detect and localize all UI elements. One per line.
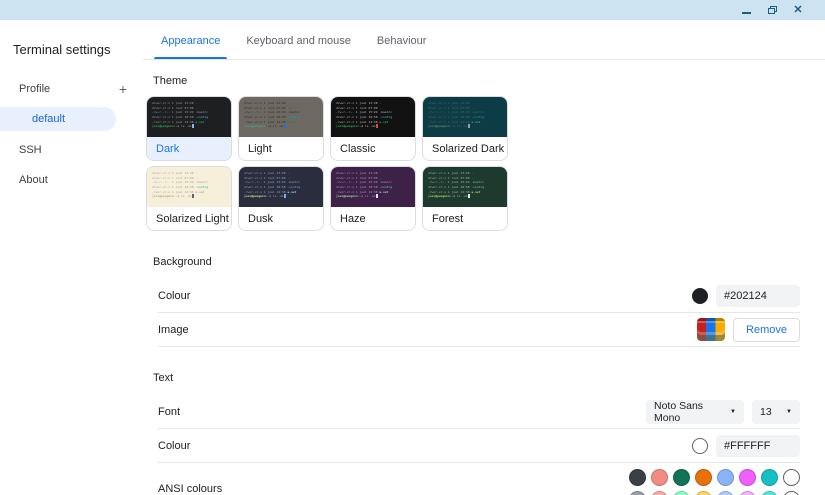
background-colour-swatch[interactable] xyxy=(692,288,708,304)
theme-option-label: Solarized Light xyxy=(147,207,231,230)
ansi-colour-swatch-bright-5[interactable] xyxy=(739,491,756,495)
ansi-normal-row xyxy=(629,469,800,486)
sidebar-item-ssh[interactable]: SSH xyxy=(0,135,143,165)
theme-thumbnail: drwxr-xr-x 1 joel 13:28 . drwxr-xr-x 1 ro… xyxy=(331,97,415,137)
chevron-down-icon: ▼ xyxy=(730,409,736,415)
theme-option-solarized-light[interactable]: drwxr-xr-x 1 joel 13:28 . drwxr-xr-x 1 ro… xyxy=(146,166,232,231)
ansi-colour-swatch-normal-3[interactable] xyxy=(695,469,712,486)
sidebar: Terminal settings Profile + default SSH … xyxy=(0,20,143,495)
theme-option-label: Dusk xyxy=(239,207,323,230)
add-profile-button[interactable]: + xyxy=(119,82,127,96)
font-size-select[interactable]: 13 ▼ xyxy=(752,400,800,424)
theme-option-haze[interactable]: drwxr-xr-x 1 joel 13:28 . drwxr-xr-x 1 ro… xyxy=(330,166,416,231)
text-colour-row: Colour xyxy=(158,429,800,463)
theme-thumbnail: drwxr-xr-x 1 joel 13:28 . drwxr-xr-x 1 ro… xyxy=(147,97,231,137)
remove-image-button[interactable]: Remove xyxy=(733,317,800,342)
theme-option-label: Dark xyxy=(147,137,231,160)
theme-option-label: Solarized Dark xyxy=(423,137,507,160)
ansi-colour-swatch-normal-0[interactable] xyxy=(629,469,646,486)
minimize-button[interactable] xyxy=(733,0,759,20)
ansi-colour-swatch-bright-7[interactable] xyxy=(783,491,800,495)
ansi-colour-swatch-bright-6[interactable] xyxy=(761,491,778,495)
theme-thumbnail: drwxr-xr-x 1 joel 13:28 . drwxr-xr-x 1 ro… xyxy=(423,97,507,137)
theme-thumbnail: drwxr-xr-x 1 joel 13:28 . drwxr-xr-x 1 ro… xyxy=(331,167,415,207)
font-row: Font Noto Sans Mono ▼ 13 ▼ xyxy=(158,396,800,429)
font-family-select[interactable]: Noto Sans Mono ▼ xyxy=(646,400,744,424)
background-image-thumbnail[interactable] xyxy=(697,318,726,341)
theme-option-label: Forest xyxy=(423,207,507,230)
theme-option-solarized-dark[interactable]: drwxr-xr-x 1 joel 13:28 . drwxr-xr-x 1 ro… xyxy=(422,96,508,161)
theme-option-dusk[interactable]: drwxr-xr-x 1 joel 13:28 . drwxr-xr-x 1 ro… xyxy=(238,166,324,231)
window-title-bar: ✕ xyxy=(0,0,825,20)
theme-thumbnail: drwxr-xr-x 1 joel 13:28 . drwxr-xr-x 1 ro… xyxy=(423,167,507,207)
ansi-colour-swatch-bright-0[interactable] xyxy=(629,491,646,495)
ansi-bright-row xyxy=(629,491,800,495)
theme-thumbnail: drwxr-xr-x 1 joel 13:28 . drwxr-xr-x 1 ro… xyxy=(147,167,231,207)
tab-keyboard-and-mouse[interactable]: Keyboard and mouse xyxy=(233,20,364,59)
text-colour-label: Colour xyxy=(158,439,191,452)
tab-behaviour[interactable]: Behaviour xyxy=(364,20,440,59)
ansi-colour-swatch-normal-5[interactable] xyxy=(739,469,756,486)
background-section-title: Background xyxy=(153,256,212,268)
background-image-label: Image xyxy=(158,323,189,336)
background-colour-label: Colour xyxy=(158,290,191,302)
ansi-colour-swatch-normal-4[interactable] xyxy=(717,469,734,486)
background-colour-input[interactable] xyxy=(716,285,800,307)
text-colour-input[interactable] xyxy=(716,434,800,457)
ansi-swatch-grid xyxy=(629,469,800,495)
ansi-colours-row: ANSI colours xyxy=(158,463,800,495)
minimize-icon xyxy=(741,12,751,14)
ansi-colour-swatch-normal-6[interactable] xyxy=(761,469,778,486)
theme-option-light[interactable]: drwxr-xr-x 1 joel 13:28 . drwxr-xr-x 1 ro… xyxy=(238,96,324,161)
theme-thumbnail: drwxr-xr-x 1 joel 13:28 . drwxr-xr-x 1 ro… xyxy=(239,97,323,137)
close-icon: ✕ xyxy=(793,3,803,16)
restore-button[interactable] xyxy=(759,0,785,20)
background-image-row: Image Remove xyxy=(158,313,800,347)
theme-option-label: Classic xyxy=(331,137,415,160)
sidebar-item-about[interactable]: About xyxy=(0,165,143,195)
page-title: Terminal settings xyxy=(13,42,111,57)
chevron-down-icon: ▼ xyxy=(786,409,792,415)
theme-option-classic[interactable]: drwxr-xr-x 1 joel 13:28 . drwxr-xr-x 1 ro… xyxy=(330,96,416,161)
theme-grid: drwxr-xr-x 1 joel 13:28 . drwxr-xr-x 1 ro… xyxy=(146,96,825,231)
ansi-colour-swatch-normal-7[interactable] xyxy=(783,469,800,486)
sidebar-item-profile[interactable]: Profile + xyxy=(0,75,143,103)
theme-section-title: Theme xyxy=(153,75,188,87)
font-family-value: Noto Sans Mono xyxy=(654,400,704,424)
ansi-colour-swatch-bright-1[interactable] xyxy=(651,491,668,495)
ansi-colour-swatch-normal-2[interactable] xyxy=(673,469,690,486)
ansi-colour-swatch-bright-2[interactable] xyxy=(673,491,690,495)
ansi-colours-label: ANSI colours xyxy=(158,482,223,495)
background-colour-row: Colour xyxy=(158,280,800,313)
ansi-colour-swatch-normal-1[interactable] xyxy=(651,469,668,486)
sidebar-nav: Profile + default SSH About xyxy=(0,75,143,195)
theme-option-forest[interactable]: drwxr-xr-x 1 joel 13:28 . drwxr-xr-x 1 ro… xyxy=(422,166,508,231)
theme-option-label: Haze xyxy=(331,207,415,230)
font-size-value: 13 xyxy=(760,406,772,418)
tab-bar: Appearance Keyboard and mouse Behaviour xyxy=(143,20,825,60)
sidebar-item-default-profile[interactable]: default xyxy=(0,107,116,131)
restore-icon xyxy=(767,6,777,14)
ansi-colour-swatch-bright-4[interactable] xyxy=(717,491,734,495)
main-panel: Appearance Keyboard and mouse Behaviour Th… xyxy=(143,20,825,495)
profile-label: Profile xyxy=(19,83,51,95)
theme-option-label: Light xyxy=(239,137,323,160)
theme-option-dark[interactable]: drwxr-xr-x 1 joel 13:28 . drwxr-xr-x 1 ro… xyxy=(146,96,232,161)
font-label: Font xyxy=(158,406,181,418)
default-profile-label: default xyxy=(32,113,66,125)
text-colour-swatch[interactable] xyxy=(692,437,708,454)
ansi-colour-swatch-bright-3[interactable] xyxy=(695,491,712,495)
tab-appearance[interactable]: Appearance xyxy=(148,20,233,59)
theme-thumbnail: drwxr-xr-x 1 joel 13:28 . drwxr-xr-x 1 ro… xyxy=(239,167,323,207)
text-section-title: Text xyxy=(153,372,174,384)
close-button[interactable]: ✕ xyxy=(785,0,811,20)
